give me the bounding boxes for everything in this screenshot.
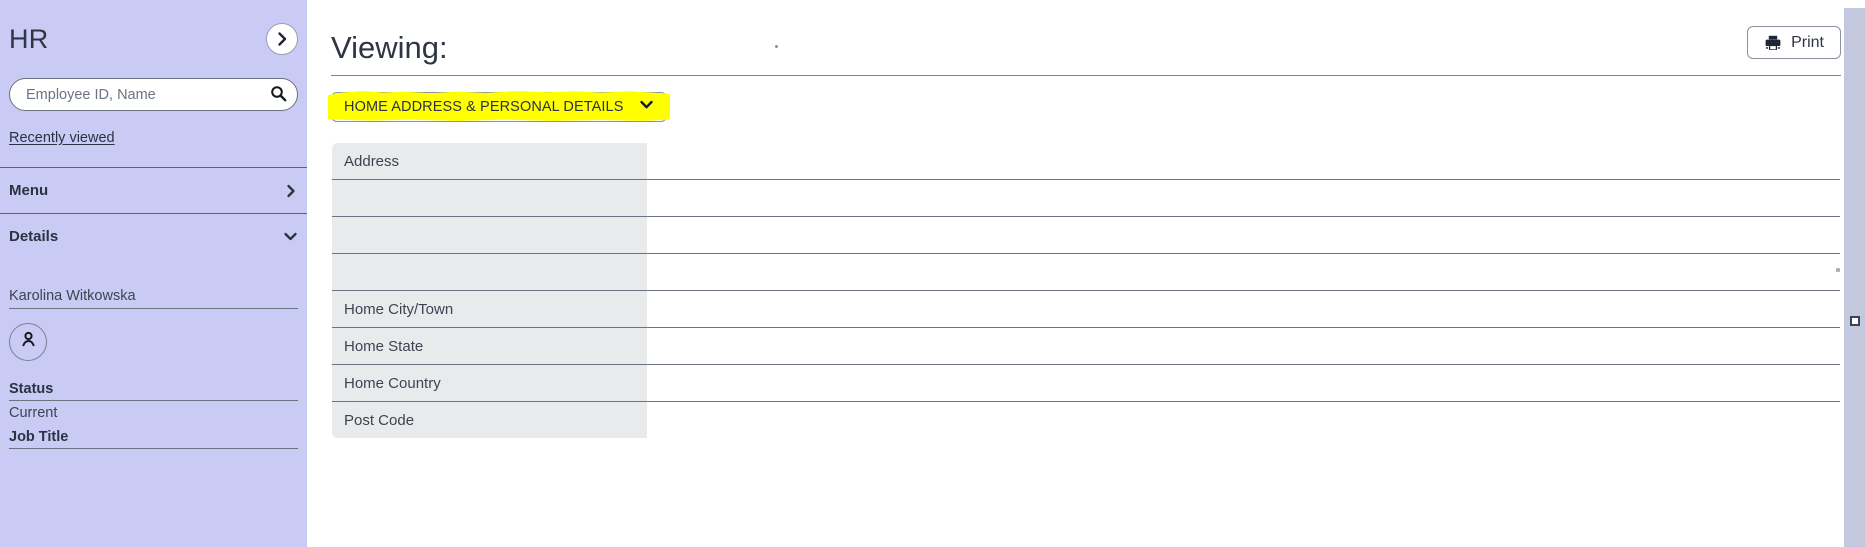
row-value[interactable] — [646, 216, 1840, 254]
row-value[interactable] — [646, 401, 1840, 438]
main-content: Viewing: Print HOME ADDRESS & PERSONAL D… — [307, 0, 1865, 547]
section-dropdown[interactable]: HOME ADDRESS & PERSONAL DETAILS — [328, 90, 671, 122]
sidebar-title: HR — [9, 23, 49, 54]
row-label: Home State — [332, 327, 647, 365]
chevron-down-icon — [639, 97, 654, 117]
print-button[interactable]: Print — [1747, 26, 1841, 59]
row-label: Home City/Town — [332, 290, 647, 328]
job-title-label: Job Title — [9, 423, 298, 449]
recently-viewed-wrap: Recently viewed — [0, 111, 307, 147]
row-label — [332, 216, 647, 254]
avatar-wrap — [0, 323, 307, 361]
row-label: Address — [332, 143, 647, 180]
row-value[interactable] — [646, 179, 1840, 217]
page-title: Viewing: — [331, 30, 448, 65]
scrollbar-top-cap — [1844, 0, 1865, 8]
table-row[interactable]: Home City/Town — [332, 290, 1840, 328]
table-row[interactable] — [332, 253, 1840, 291]
row-label: Home Country — [332, 364, 647, 402]
printer-icon — [1764, 34, 1782, 52]
details-table-wrap: Address Home City/Town Home State Home C… — [307, 122, 1865, 439]
scrollbar-thumb-marker[interactable] — [1850, 316, 1860, 326]
header-marker-dot — [775, 45, 778, 48]
page-header: Viewing: Print — [307, 0, 1865, 63]
row-label: Post Code — [332, 401, 647, 438]
sidebar-item-menu[interactable]: Menu — [0, 168, 307, 213]
details-table: Address Home City/Town Home State Home C… — [331, 142, 1841, 439]
table-row[interactable]: Address — [332, 143, 1840, 180]
sidebar-item-details[interactable]: Details — [0, 214, 307, 259]
chevron-right-icon — [284, 184, 298, 198]
row-value[interactable] — [646, 364, 1840, 402]
table-row[interactable]: Home Country — [332, 364, 1840, 402]
row-value[interactable] — [646, 327, 1840, 365]
person-icon — [19, 330, 38, 354]
table-row[interactable] — [332, 216, 1840, 254]
sidebar: HR Employee ID, Name Recently viewed Men… — [0, 0, 307, 547]
sidebar-item-details-label: Details — [9, 228, 59, 245]
search-icon — [270, 85, 287, 105]
chevron-down-icon — [283, 229, 298, 244]
status-field: Status Current — [0, 375, 307, 423]
section-dropdown-label: HOME ADDRESS & PERSONAL DETAILS — [344, 99, 624, 115]
employee-name: Karolina Witkowska — [9, 283, 298, 309]
status-label: Status — [9, 375, 298, 401]
search-input[interactable] — [26, 86, 265, 103]
job-title-field: Job Title — [0, 423, 307, 455]
row-label — [332, 253, 647, 291]
row-value[interactable] — [646, 290, 1840, 328]
employee-name-field: Karolina Witkowska — [0, 283, 307, 309]
row-label — [332, 179, 647, 217]
sidebar-item-menu-label: Menu — [9, 182, 49, 199]
content-resize-handle[interactable] — [1836, 268, 1840, 272]
app-root: HR Employee ID, Name Recently viewed Men… — [0, 0, 1865, 547]
section-dropdown-wrap: HOME ADDRESS & PERSONAL DETAILS — [307, 76, 1865, 122]
recently-viewed-link[interactable]: Recently viewed — [9, 130, 115, 146]
table-row[interactable]: Post Code — [332, 401, 1840, 438]
details-table-body: Address Home City/Town Home State Home C… — [332, 143, 1840, 438]
avatar — [9, 323, 47, 361]
window-scrollbar[interactable] — [1844, 0, 1865, 547]
table-row[interactable]: Home State — [332, 327, 1840, 365]
job-title-value — [9, 449, 298, 455]
sidebar-expand-button[interactable] — [266, 23, 298, 55]
table-row[interactable] — [332, 179, 1840, 217]
row-value[interactable] — [646, 143, 1840, 180]
search-box[interactable] — [9, 78, 298, 111]
chevron-right-circle-icon — [274, 31, 290, 47]
sidebar-header: HR — [0, 0, 307, 78]
status-value: Current — [9, 405, 58, 421]
row-value[interactable] — [646, 253, 1840, 291]
sidebar-search-wrap — [0, 78, 307, 111]
search-button[interactable] — [265, 82, 291, 108]
print-button-label: Print — [1791, 33, 1824, 51]
